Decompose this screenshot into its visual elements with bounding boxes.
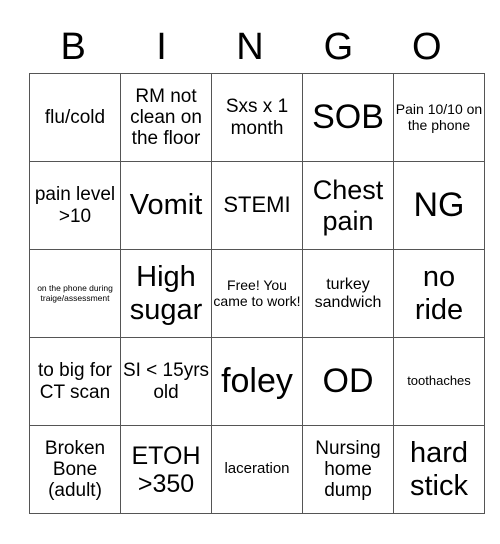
bingo-cell[interactable]: Vomit [120,161,212,250]
bingo-header: B I N G O [29,22,471,72]
bingo-cell[interactable]: toothaches [393,337,485,426]
bingo-cell[interactable]: STEMI [211,161,303,250]
header-letter-b: B [60,26,86,68]
bingo-cell[interactable]: on the phone during traige/assessment [29,249,121,338]
header-letter-i: I [156,26,167,68]
bingo-cell[interactable]: ETOH >350 [120,425,212,514]
header-letter-o: O [411,26,442,68]
bingo-cell[interactable]: SOB [302,73,394,162]
bingo-cell[interactable]: to big for CT scan [29,337,121,426]
bingo-cell[interactable]: Nursing home dump [302,425,394,514]
bingo-cell[interactable]: laceration [211,425,303,514]
bingo-cell[interactable]: no ride [393,249,485,338]
bingo-cell[interactable]: flu/cold [29,73,121,162]
bingo-cell[interactable]: RM not clean on the floor [120,73,212,162]
bingo-cell[interactable]: foley [211,337,303,426]
board-row: on the phone during traige/assessment Hi… [29,249,485,338]
bingo-cell[interactable]: High sugar [120,249,212,338]
bingo-cell[interactable]: SI < 15yrs old [120,337,212,426]
header-letter-n: N [236,26,264,68]
board-row: pain level >10 Vomit STEMI Chest pain NG [29,161,485,250]
board-row: to big for CT scan SI < 15yrs old foley … [29,337,485,426]
bingo-cell[interactable]: Pain 10/10 on the phone [393,73,485,162]
bingo-cell[interactable]: OD [302,337,394,426]
free-space-cell[interactable]: Free! You came to work! [211,249,303,338]
bingo-cell[interactable]: turkey sandwich [302,249,394,338]
bingo-cell[interactable]: NG [393,161,485,250]
bingo-cell[interactable]: Broken Bone (adult) [29,425,121,514]
bingo-board: flu/cold RM not clean on the floor Sxs x… [29,73,485,514]
bingo-cell[interactable]: hard stick [393,425,485,514]
board-row: flu/cold RM not clean on the floor Sxs x… [29,73,485,162]
header-letter-g: G [323,26,354,68]
bingo-cell[interactable]: Sxs x 1 month [211,73,303,162]
bingo-cell[interactable]: Chest pain [302,161,394,250]
bingo-cell[interactable]: pain level >10 [29,161,121,250]
board-row: Broken Bone (adult) ETOH >350 laceration… [29,425,485,514]
